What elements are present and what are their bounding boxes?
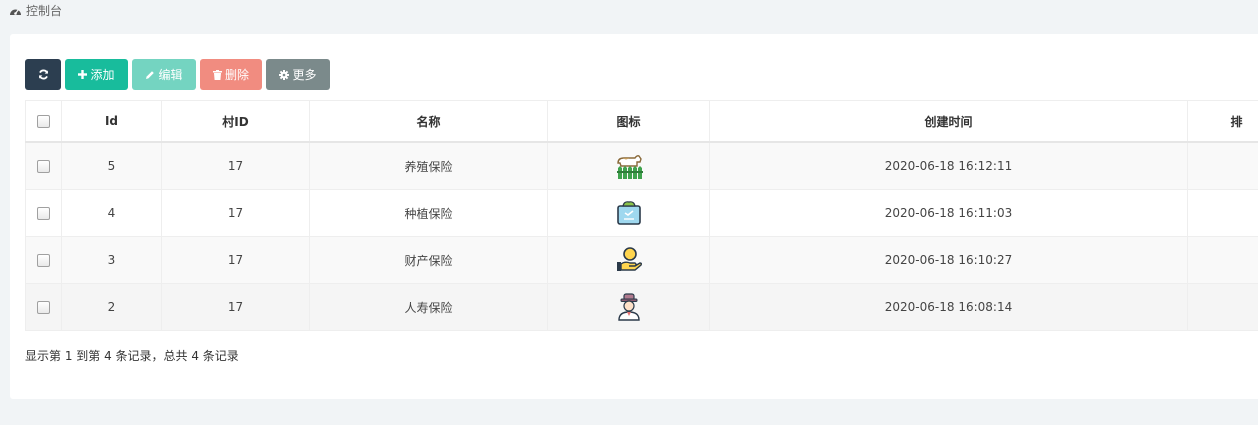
row-checkbox[interactable] [37,160,50,173]
planting-seedling-icon [616,201,641,225]
cell-icon [547,283,710,331]
edit-button[interactable]: 编辑 [132,59,196,90]
column-header-village-id[interactable]: 村ID [161,100,310,143]
cell-id: 2 [61,283,162,331]
hand-coin-icon [616,247,642,271]
row-checkbox-cell[interactable] [25,283,62,331]
more-button[interactable]: 更多 [266,59,330,90]
cell-name: 财产保险 [309,236,548,284]
cell-village-id: 17 [161,189,310,237]
column-header-name[interactable]: 名称 [309,100,548,143]
delete-button-label: 删除 [224,68,249,82]
table-row[interactable]: 4 17 种植保险 2020-06-18 16:11:03 [25,189,1258,237]
cell-village-id: 17 [161,283,310,331]
row-checkbox[interactable] [37,301,50,314]
cell-icon [547,236,710,284]
row-checkbox[interactable] [37,254,50,267]
cell-id: 4 [61,189,162,237]
column-header-icon[interactable]: 图标 [547,100,710,143]
breadcrumb-title: 控制台 [26,3,63,18]
pagination-summary: 显示第 1 到第 4 条记录，总共 4 条记录 [25,349,239,363]
cell-village-id: 17 [161,236,310,284]
cell-name: 养殖保险 [309,141,548,190]
cell-sort [1187,141,1258,190]
person-hat-icon [617,293,640,321]
cell-created-at: 2020-06-18 16:12:11 [709,141,1188,190]
column-header-id[interactable]: Id [61,100,162,143]
cell-icon [547,189,710,237]
cell-sort [1187,283,1258,331]
refresh-button[interactable] [25,59,61,90]
edit-button-label: 编辑 [158,68,183,82]
table-header-row: Id 村ID 名称 图标 创建时间 排 [25,100,1258,143]
table-row[interactable]: 5 17 养殖保险 2020-06-18 16:12:11 [25,141,1258,190]
cell-icon [547,141,710,190]
toolbar: 添加 编辑 删除 更多 [25,59,330,90]
select-all-checkbox[interactable] [37,115,50,128]
trash-icon [212,69,222,80]
row-checkbox-cell[interactable] [25,236,62,284]
gear-icon [279,69,290,80]
cell-name: 人寿保险 [309,283,548,331]
refresh-icon [38,69,48,80]
cell-sort [1187,236,1258,284]
livestock-fence-icon [616,155,643,179]
pencil-icon [146,70,155,79]
main-panel: 添加 编辑 删除 更多 Id 村ID 名称 图标 创建时间 排 5 17 养殖保… [10,34,1258,399]
more-button-label: 更多 [292,68,317,82]
cell-village-id: 17 [161,141,310,190]
column-header-created-at[interactable]: 创建时间 [709,100,1188,143]
data-table: Id 村ID 名称 图标 创建时间 排 5 17 养殖保险 2020-06-18… [25,100,1258,331]
row-checkbox[interactable] [37,207,50,220]
delete-button[interactable]: 删除 [200,59,262,90]
row-checkbox-cell[interactable] [25,189,62,237]
table-row[interactable]: 2 17 人寿保险 2020-06-18 16:08:14 [25,283,1258,331]
cell-created-at: 2020-06-18 16:11:03 [709,189,1188,237]
plus-icon [78,70,88,79]
cell-id: 5 [61,141,162,190]
dashboard-icon [10,8,21,15]
add-button-label: 添加 [90,68,115,82]
cell-created-at: 2020-06-18 16:10:27 [709,236,1188,284]
cell-id: 3 [61,236,162,284]
row-checkbox-cell[interactable] [25,141,62,190]
breadcrumb[interactable]: 控制台 [9,2,62,18]
cell-name: 种植保险 [309,189,548,237]
cell-created-at: 2020-06-18 16:08:14 [709,283,1188,331]
cell-sort [1187,189,1258,237]
column-header-sort[interactable]: 排 [1187,100,1258,143]
add-button[interactable]: 添加 [65,59,128,90]
select-all-checkbox-cell[interactable] [25,100,62,143]
table-row[interactable]: 3 17 财产保险 2020-06-18 16:10:27 [25,236,1258,284]
